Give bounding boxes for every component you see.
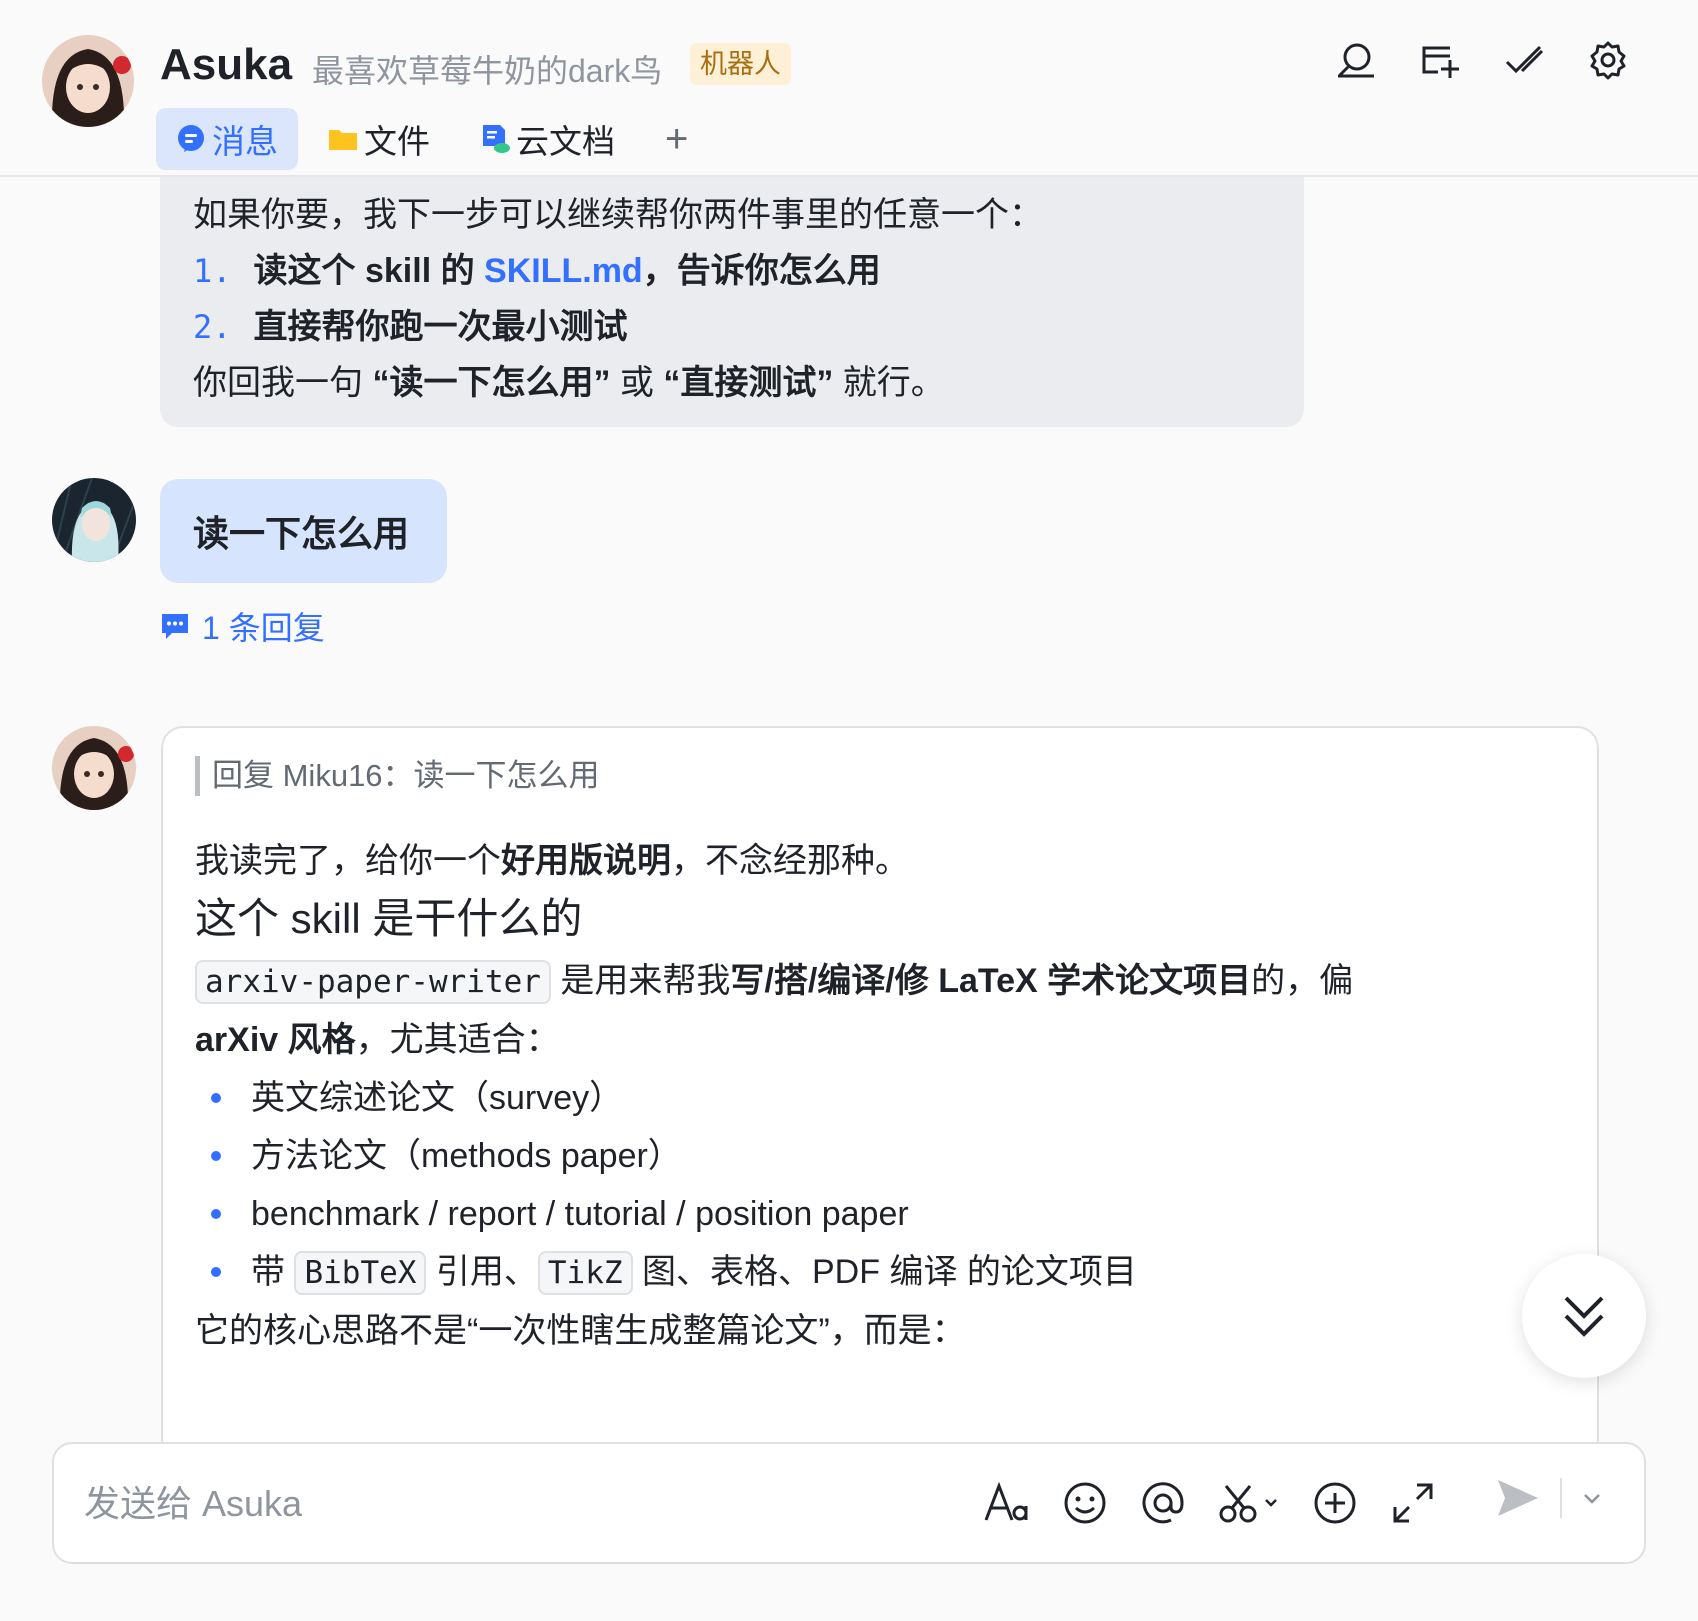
- add-tab-button[interactable]: +: [645, 117, 708, 162]
- bot-message-bubble: 如果你要，我下一步可以继续帮你两件事里的任意一个： 1. 读这个 skill 的 …: [160, 177, 1304, 427]
- reply-thread-icon: [162, 614, 188, 639]
- list-item: 英文综述论文（survey）: [195, 1069, 1565, 1127]
- settings-icon[interactable]: [1588, 40, 1628, 80]
- tab-files[interactable]: 文件: [308, 108, 450, 170]
- message-input[interactable]: [84, 1474, 944, 1534]
- list-item: 2. 直接帮你跑一次最小测试: [193, 308, 628, 346]
- emoji-icon[interactable]: [1062, 1480, 1108, 1526]
- checkmark-icon[interactable]: [1504, 40, 1544, 80]
- message-icon: [178, 125, 204, 152]
- message-list[interactable]: 如果你要，我下一步可以继续帮你两件事里的任意一个： 1. 读这个 skill 的 …: [0, 177, 1698, 1442]
- list-item: benchmark / report / tutorial / position…: [195, 1185, 1565, 1243]
- scroll-to-bottom-button[interactable]: [1522, 1254, 1646, 1378]
- reply-quote[interactable]: 回复 Miku16：读一下怎么用: [195, 756, 1565, 796]
- tab-cloud-docs[interactable]: 云文档: [460, 108, 635, 170]
- message-text: 我读完了，给你一个好用版说明，不念经那种。: [195, 842, 909, 880]
- bot-reply-card: 回复 Miku16：读一下怎么用 我读完了，给你一个好用版说明，不念经那种。 这…: [161, 726, 1599, 1442]
- message-text: 它的核心思路不是“一次性瞎生成整篇论文”，而是：: [195, 1312, 966, 1350]
- reply-count: 1 条回复: [202, 610, 325, 646]
- bullet-list: 英文综述论文（survey） 方法论文（methods paper） bench…: [195, 1069, 1565, 1302]
- folder-icon: [329, 130, 357, 150]
- user-avatar[interactable]: [52, 478, 136, 562]
- add-window-icon[interactable]: [1420, 40, 1460, 80]
- user-message-bubble: 读一下怎么用: [160, 479, 448, 583]
- chat-title[interactable]: Asuka: [160, 40, 292, 90]
- chat-tabs: 消息 文件 云文档 +: [156, 108, 708, 170]
- list-item: 带 BibTeX 引用、 TikZ 图、表格、PDF 编译 的论文项目: [195, 1243, 1565, 1302]
- text-format-icon[interactable]: [984, 1480, 1030, 1526]
- send-icon[interactable]: [1494, 1474, 1542, 1522]
- tab-label: 文件: [364, 123, 430, 160]
- message-text: arxiv-paper-writer 是用来帮我写/搭/编译/修 LaTeX 学…: [195, 960, 1354, 1059]
- list-item: 1. 读这个 skill 的 SKILL.md，告诉你怎么用: [193, 252, 881, 290]
- chat-signature: 最喜欢草莓牛奶的dark鸟: [312, 53, 663, 89]
- list-item: 方法论文（methods paper）: [195, 1127, 1565, 1185]
- list-number: 2.: [193, 308, 232, 346]
- tab-messages[interactable]: 消息: [156, 108, 298, 170]
- add-icon[interactable]: [1312, 1480, 1358, 1526]
- tab-label: 消息: [212, 123, 278, 160]
- search-icon[interactable]: [1336, 40, 1376, 80]
- inline-code: BibTeX: [294, 1251, 427, 1295]
- bot-avatar[interactable]: [52, 726, 136, 810]
- message-composer: [52, 1442, 1646, 1564]
- divider: [1560, 1478, 1562, 1518]
- expand-icon[interactable]: [1390, 1480, 1436, 1526]
- screenshot-icon[interactable]: [1218, 1480, 1280, 1526]
- list-number: 1.: [193, 252, 232, 290]
- inline-code: TikZ: [537, 1251, 633, 1295]
- chevron-down-icon[interactable]: [1580, 1486, 1604, 1510]
- message-text: 如果你要，我下一步可以继续帮你两件事里的任意一个：: [193, 196, 1043, 234]
- mention-icon[interactable]: [1140, 1480, 1186, 1526]
- bot-badge: 机器人: [690, 43, 791, 85]
- cloud-doc-icon: [483, 125, 510, 153]
- tab-label: 云文档: [516, 123, 615, 160]
- inline-code: arxiv-paper-writer: [195, 960, 551, 1004]
- skill-md-link[interactable]: SKILL.md: [484, 252, 643, 290]
- section-heading: 这个 skill 是干什么的: [195, 895, 583, 942]
- double-chevron-down-icon: [1564, 1296, 1604, 1337]
- thread-reply-link[interactable]: 1 条回复: [160, 603, 325, 649]
- chat-header: Asuka 最喜欢草莓牛奶的dark鸟 机器人 消息 文件 云文档 +: [0, 0, 1698, 177]
- chat-avatar[interactable]: [42, 35, 134, 127]
- message-text: 你回我一句 “读一下怎么用” 或 “直接测试” 就行。: [193, 364, 945, 402]
